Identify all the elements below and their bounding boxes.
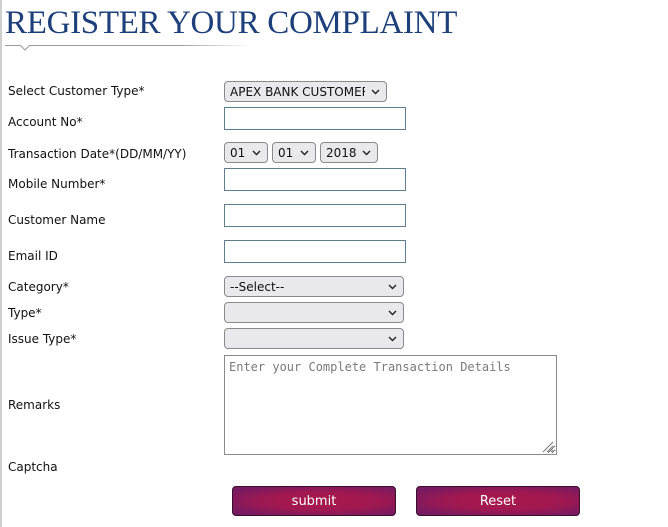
chevron-down-icon <box>388 336 397 342</box>
issue-type-select[interactable] <box>224 328 404 349</box>
customer-type-label: Select Customer Type* <box>8 84 145 98</box>
chevron-down-icon <box>300 150 309 156</box>
transaction-month-value: 01 <box>278 145 294 160</box>
chevron-down-icon <box>371 89 380 95</box>
transaction-date-label: Transaction Date*(DD/MM/YY) <box>8 147 187 161</box>
account-no-label: Account No* <box>8 115 83 129</box>
transaction-day-value: 01 <box>230 145 246 160</box>
remarks-textarea[interactable] <box>224 355 557 455</box>
mobile-number-input[interactable] <box>224 168 406 191</box>
chevron-down-icon <box>252 150 261 156</box>
transaction-year-select[interactable]: 2018 <box>320 142 378 163</box>
remarks-label: Remarks <box>8 398 61 412</box>
account-no-input[interactable] <box>224 107 406 130</box>
transaction-day-select[interactable]: 01 <box>224 142 268 163</box>
reset-button[interactable]: Reset <box>416 486 580 516</box>
customer-name-label: Customer Name <box>8 213 106 227</box>
page-title: REGISTER YOUR COMPLAINT <box>5 5 458 41</box>
submit-button[interactable]: submit <box>232 486 396 516</box>
transaction-month-select[interactable]: 01 <box>272 142 316 163</box>
chevron-down-icon <box>388 284 397 290</box>
title-underline-notch-icon <box>20 45 30 51</box>
page-left-border <box>0 0 2 527</box>
customer-name-input[interactable] <box>224 204 406 227</box>
captcha-label: Captcha <box>8 460 58 474</box>
customer-type-select[interactable]: APEX BANK CUSTOMER <box>224 81 387 102</box>
customer-type-value: APEX BANK CUSTOMER <box>230 84 365 99</box>
category-select[interactable]: --Select-- <box>224 276 404 297</box>
email-id-label: Email ID <box>8 249 58 263</box>
type-select[interactable] <box>224 302 404 323</box>
issue-type-label: Issue Type* <box>8 332 77 346</box>
type-label: Type* <box>8 306 42 320</box>
title-underline <box>5 45 250 46</box>
chevron-down-icon <box>388 310 397 316</box>
category-label: Category* <box>8 280 69 294</box>
transaction-year-value: 2018 <box>326 145 356 160</box>
mobile-number-label: Mobile Number* <box>8 177 106 191</box>
category-value: --Select-- <box>230 279 285 294</box>
chevron-down-icon <box>362 150 371 156</box>
email-id-input[interactable] <box>224 240 406 263</box>
